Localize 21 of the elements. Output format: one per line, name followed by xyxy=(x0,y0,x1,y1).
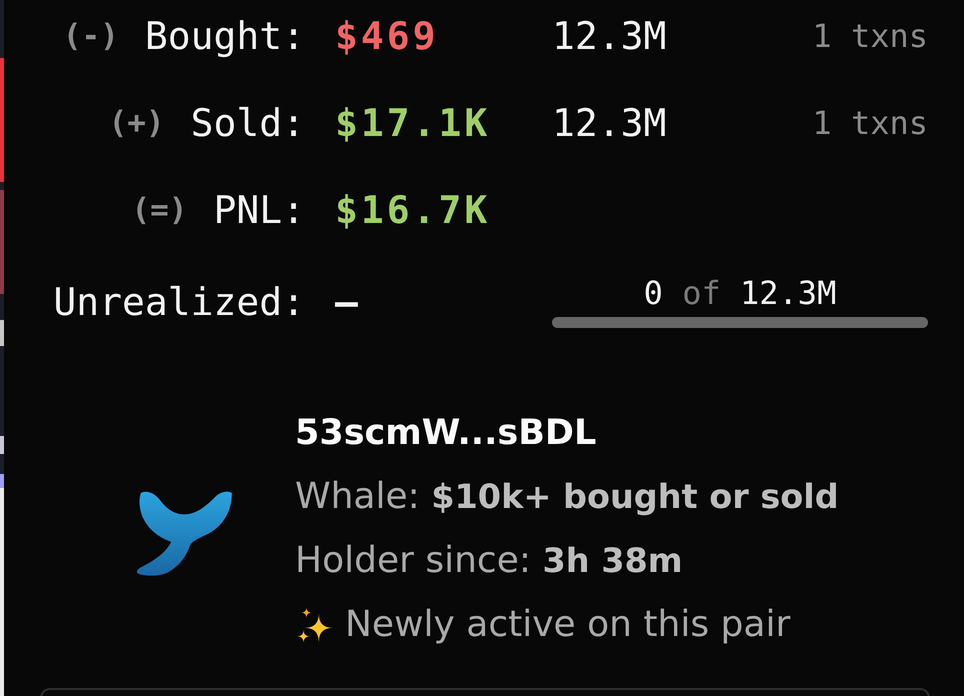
wallet-detail: Whale: $10k+ bought or sold xyxy=(295,475,839,519)
token-amount: 12.3M xyxy=(552,101,666,145)
sign-label: (+) xyxy=(108,104,165,143)
row-label: Bought: xyxy=(144,14,305,58)
position-caption: 0 of 12.3M xyxy=(644,275,836,311)
sign-label: (=) xyxy=(131,191,188,230)
amount-value: $16.7K xyxy=(335,188,490,232)
sign-label: (-) xyxy=(62,17,119,56)
amount-value: $469 xyxy=(335,14,439,58)
token-amount: 12.3M xyxy=(552,14,666,58)
txn-count: 1 txns xyxy=(812,16,928,57)
row-label: Sold: xyxy=(190,101,305,145)
wallet-detail: Holder since: 3h 38m xyxy=(295,539,683,583)
activity-note: Newly active on this pair xyxy=(345,603,790,647)
row-label: Unrealized: xyxy=(53,280,305,324)
wallet-address: 53scmW...sBDL xyxy=(295,412,596,455)
row-label: PNL: xyxy=(213,188,305,232)
txn-count: 1 txns xyxy=(812,103,928,144)
amount-value: $17.1K xyxy=(335,101,490,145)
whale-tail-icon xyxy=(135,489,233,577)
unrealized-value: – xyxy=(335,280,358,324)
